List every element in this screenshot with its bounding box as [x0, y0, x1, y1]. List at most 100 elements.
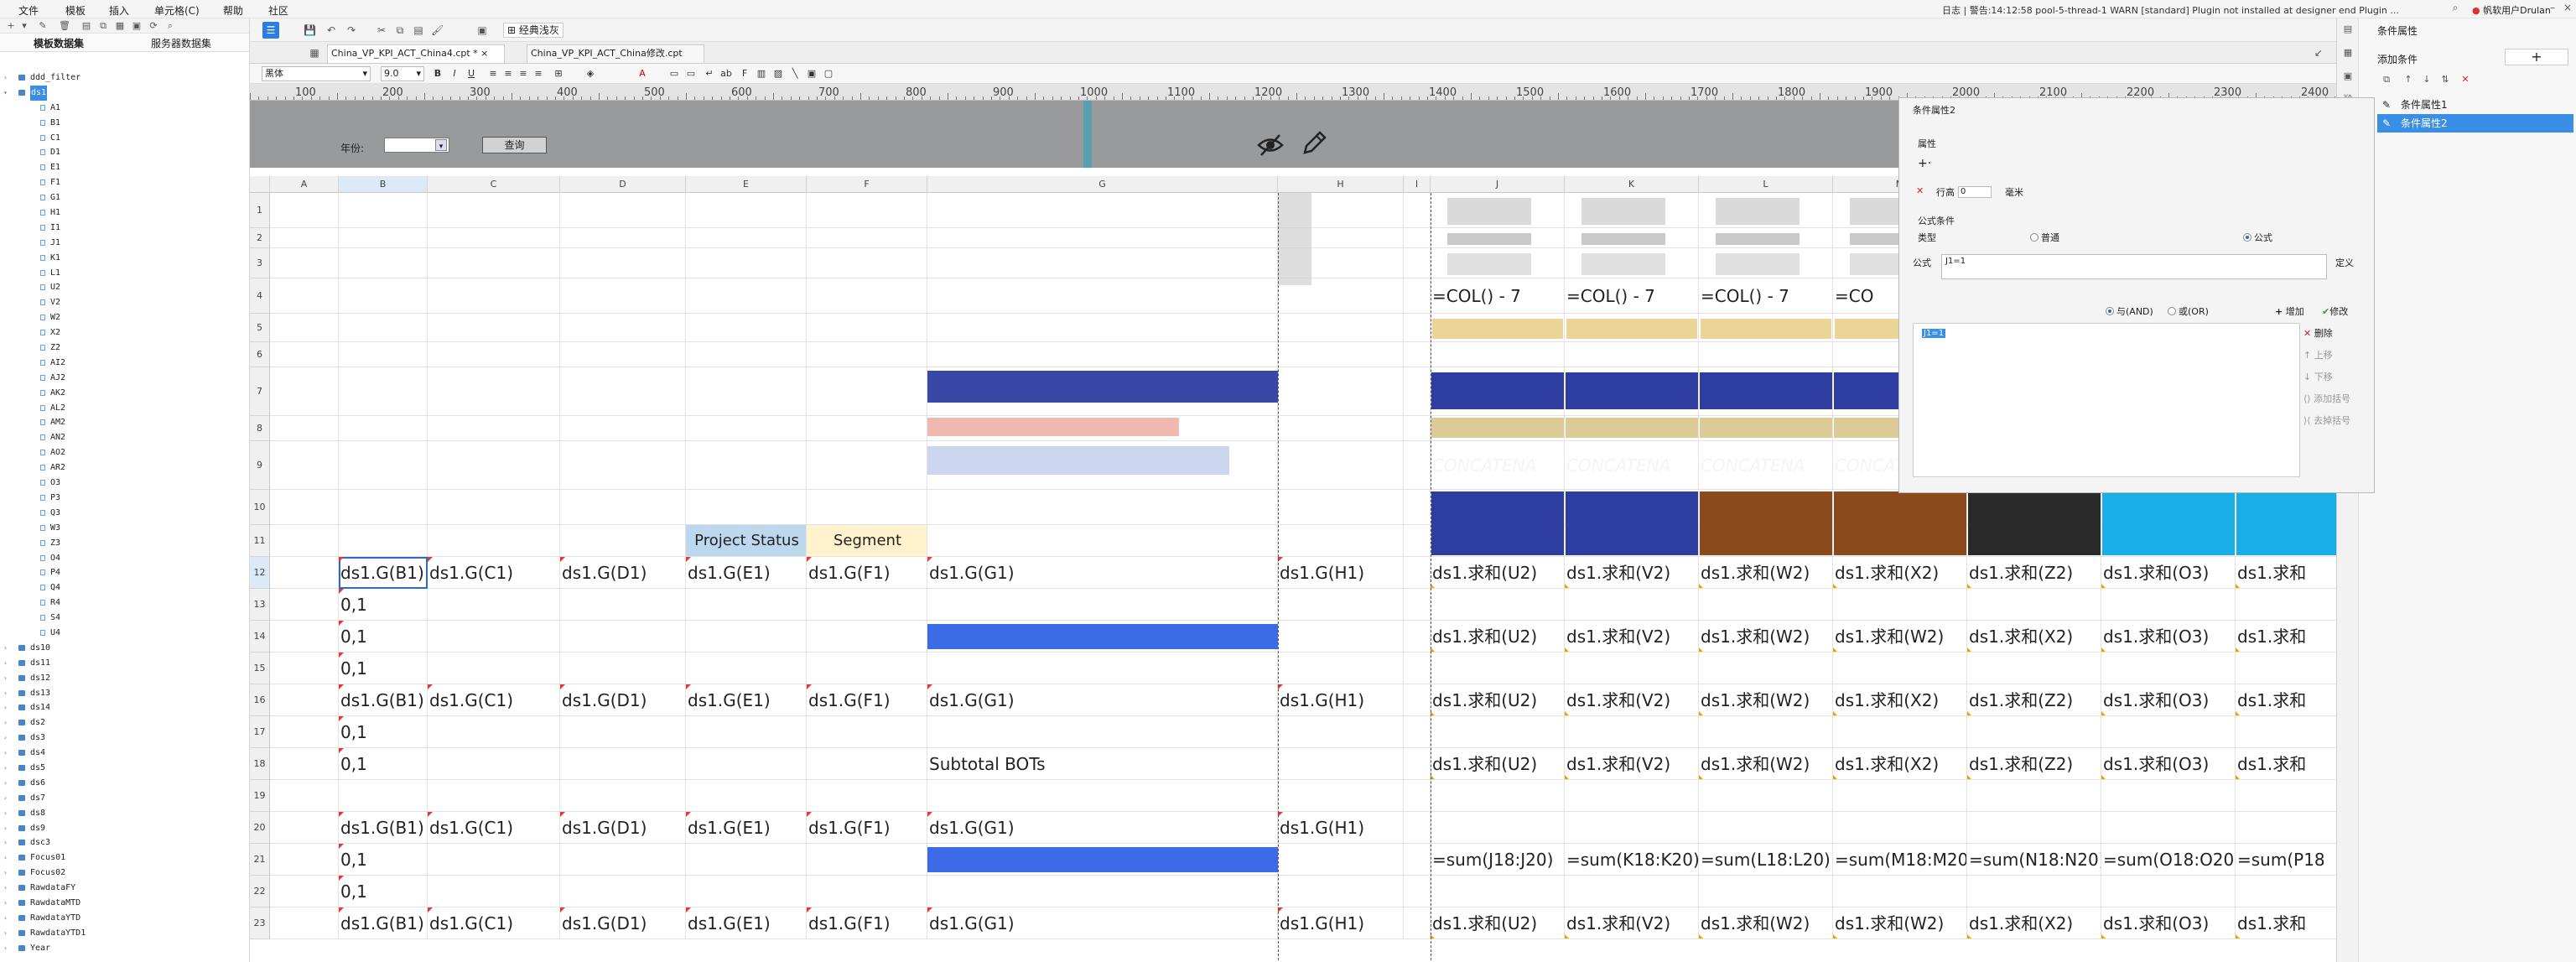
sidebar-toggle-icon[interactable]: ☰: [262, 22, 279, 39]
grid-cell[interactable]: [1833, 653, 1967, 684]
grid-cell[interactable]: [807, 228, 927, 248]
modify-button[interactable]: ✔修改: [2322, 304, 2348, 318]
grid-cell[interactable]: ds1.求和(O3): [2101, 684, 2236, 716]
column-header[interactable]: I: [1404, 176, 1431, 193]
define-button[interactable]: 定义: [2335, 256, 2354, 269]
grid-cell[interactable]: [1278, 780, 1404, 812]
row-header[interactable]: 1: [250, 193, 270, 228]
save-icon[interactable]: 💾: [304, 24, 316, 36]
grid-cell[interactable]: [807, 844, 927, 876]
grid-cell[interactable]: [339, 780, 428, 812]
tree-dataset-item[interactable]: › ds3: [0, 731, 250, 746]
grid-cell[interactable]: [1967, 716, 2101, 748]
grid-cell[interactable]: [1431, 812, 1565, 844]
row-header[interactable]: 17: [250, 716, 270, 748]
tree-dataset-item[interactable]: › RawdataMTD: [0, 896, 250, 911]
grid-cell[interactable]: [428, 748, 560, 780]
copy-icon[interactable]: ⧉: [97, 20, 109, 32]
grid-cell[interactable]: ds1.求和(W2): [1699, 907, 1833, 939]
row-header[interactable]: 3: [250, 248, 270, 278]
grid-cell[interactable]: [807, 193, 927, 228]
delete-condition-button[interactable]: ✕ 删除: [2303, 325, 2371, 343]
grid-cell[interactable]: [1565, 780, 1699, 812]
grid-cell[interactable]: [1404, 525, 1431, 557]
tree-dataset-item[interactable]: › ds2: [0, 715, 250, 731]
column-header[interactable]: K: [1565, 176, 1699, 193]
grid-cell[interactable]: [1967, 653, 2101, 684]
grid-cell[interactable]: [1431, 876, 1565, 907]
cell-attr-icon[interactable]: ▤: [2342, 23, 2354, 35]
tree-field-item[interactable]: W3: [0, 521, 250, 536]
grid-cell[interactable]: [1404, 367, 1431, 416]
grid-cell[interactable]: =sum(N18:N20): [1967, 844, 2101, 876]
tree-field-item[interactable]: X2: [0, 325, 250, 341]
grid-cell[interactable]: [428, 416, 560, 441]
tree-dataset-item[interactable]: › RawdataFY: [0, 881, 250, 896]
border-icon[interactable]: ⊞: [552, 67, 565, 81]
tree-field-item[interactable]: AO2: [0, 445, 250, 460]
expand-icon[interactable]: ›: [3, 941, 8, 956]
remove-attribute-icon[interactable]: ✕: [1916, 185, 1924, 196]
grid-cell[interactable]: [807, 876, 927, 907]
expand-icon[interactable]: ›: [3, 835, 8, 850]
search-icon[interactable]: ⌕: [2449, 2, 2462, 15]
row-header[interactable]: 4: [250, 278, 270, 314]
grid-cell[interactable]: ds1.G(F1): [807, 812, 927, 844]
move-down-button[interactable]: ↓ 下移: [2303, 368, 2371, 387]
grid-cell[interactable]: [2101, 780, 2236, 812]
tree-field-item[interactable]: P4: [0, 565, 250, 580]
grid-cell[interactable]: CONCATENA: [1699, 441, 1833, 490]
grid-cell[interactable]: [270, 844, 339, 876]
grid-cell[interactable]: [1565, 653, 1699, 684]
tree-dataset-item[interactable]: › Year: [0, 941, 250, 956]
tab-template-datasets[interactable]: 模板数据集: [34, 36, 84, 50]
tree-field-item[interactable]: O4: [0, 551, 250, 566]
grid-cell[interactable]: =sum(M18:M20): [1833, 844, 1967, 876]
slash-icon[interactable]: ╲: [788, 67, 802, 81]
grid-cell[interactable]: ds1.G(E1): [686, 812, 807, 844]
expand-icon[interactable]: ›: [3, 791, 8, 806]
grid-cell[interactable]: [339, 490, 428, 525]
italic-icon[interactable]: I: [448, 67, 461, 81]
grid-cell[interactable]: ds1.G(D1): [560, 557, 686, 589]
float-element-icon[interactable]: ▢: [822, 67, 835, 81]
arrow-left-icon[interactable]: ↙: [2313, 47, 2324, 59]
grid-cell[interactable]: [560, 441, 686, 490]
grid-cell[interactable]: [807, 248, 927, 278]
grid-cell[interactable]: [560, 228, 686, 248]
grid-cell[interactable]: ds1.求和(W2): [1699, 557, 1833, 589]
grid-cell[interactable]: [428, 314, 560, 342]
bold-icon[interactable]: B: [431, 67, 444, 81]
grid-cell[interactable]: ds1.求和(O3): [2101, 557, 2236, 589]
expand-icon[interactable]: ›: [3, 911, 8, 926]
grid-cell[interactable]: [1404, 416, 1431, 441]
grid-cell[interactable]: [686, 416, 807, 441]
grid-cell[interactable]: [807, 342, 927, 367]
expand-icon[interactable]: ›: [3, 656, 8, 671]
grid-cell[interactable]: [1404, 812, 1431, 844]
grid-cell[interactable]: [560, 589, 686, 621]
wrap-icon[interactable]: ↵: [703, 67, 716, 81]
grid-cell[interactable]: ds1.求和: [2236, 907, 2336, 939]
search-icon[interactable]: ⌕: [164, 20, 176, 32]
grid-cell[interactable]: [270, 416, 339, 441]
move-up-icon[interactable]: ↑: [2402, 74, 2414, 86]
grid-cell[interactable]: [2101, 812, 2236, 844]
grid-cell[interactable]: [807, 653, 927, 684]
grid-cell[interactable]: ds1.求和(Z2): [1967, 557, 2101, 589]
tree-dataset-item[interactable]: › ds14: [0, 700, 250, 715]
grid-cell[interactable]: [927, 525, 1278, 557]
grid-cell[interactable]: ds1.求和(V2): [1565, 557, 1699, 589]
grid-cell[interactable]: 0,1: [339, 716, 428, 748]
add-button[interactable]: + 增加: [2275, 304, 2304, 318]
grid-cell[interactable]: [1278, 876, 1404, 907]
row-header[interactable]: 2: [250, 228, 270, 248]
grid-cell[interactable]: [1404, 248, 1431, 278]
theme-select[interactable]: ⊞ 经典浅灰: [503, 23, 564, 38]
grid-cell[interactable]: [560, 653, 686, 684]
grid-cell[interactable]: ds1.G(F1): [807, 557, 927, 589]
grid-cell[interactable]: ds1.求和(X2): [1967, 907, 2101, 939]
grid-cell[interactable]: ds1.求和(W2): [1699, 748, 1833, 780]
expand-icon[interactable]: ›: [3, 671, 8, 686]
minimize-icon[interactable]: –: [2546, 2, 2559, 15]
